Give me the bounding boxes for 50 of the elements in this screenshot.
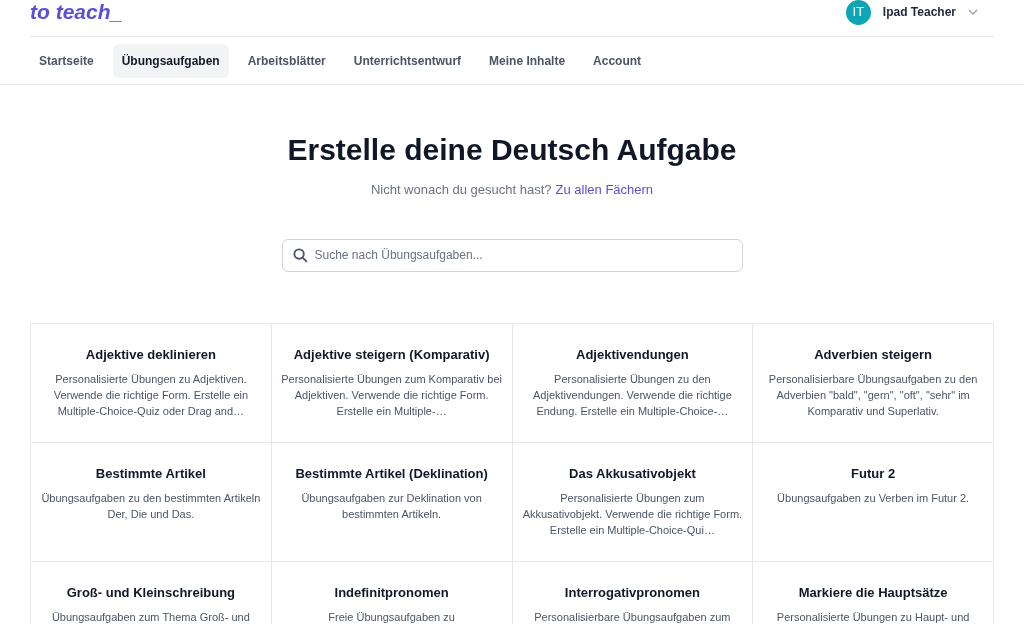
exercise-card[interactable]: Adverbien steigern Personalisierbare Übungsaufgaben zu den Adverbien "bald", "gern", "oft", "sehr" im Komparativ und Superlativ. xyxy=(753,323,994,443)
search-icon xyxy=(292,247,308,263)
nav-tab[interactable]: Meine Inhalte xyxy=(480,43,575,78)
card-title: Das Akkusativobjekt xyxy=(569,464,696,483)
user-name[interactable]: Ipad Teacher xyxy=(882,3,956,21)
exercise-card[interactable]: Bestimmte Artikel (Deklination) Übungsaufgaben zur Deklination von bestimmten Artikeln. xyxy=(271,442,513,562)
subtitle-text: Nicht wonach du gesucht hast? xyxy=(370,181,552,199)
card-description: Übungsaufgaben zum Thema Groß- und xyxy=(50,610,251,624)
card-title: Adjektive deklinieren xyxy=(85,345,216,364)
all-subjects-link[interactable]: Zu allen Fächern xyxy=(555,180,654,200)
exercise-card[interactable]: Indefinitpronomen Freie Übungsaufgaben zu xyxy=(271,561,513,624)
card-title: Bestimmte Artikel (Deklination) xyxy=(295,464,488,483)
card-title: Futur 2 xyxy=(851,464,896,483)
card-description: Übungsaufgaben zu Verben im Futur 2. xyxy=(776,491,971,506)
card-title: Adverbien steigern xyxy=(814,345,932,364)
card-title: Groß- und Kleinschreibung xyxy=(66,583,235,602)
exercise-card[interactable]: Interrogativpronomen Personalisierbare Übungsaufgaben zum xyxy=(512,561,754,624)
nav-tab[interactable]: Unterrichtsentwurf xyxy=(344,43,471,78)
card-title: Interrogativpronomen xyxy=(564,583,700,602)
card-description: Personalisierte Übungen zum Akkusativobjekt. Verwende die richtige Form. Erstelle ein Multiple-Choice-Qui… xyxy=(521,491,744,538)
card-description: Personalisierte Übungen zu den Adjektivendungen. Verwende die richtige Endung. Erstelle ein Multiple-Choice-… xyxy=(532,372,733,419)
card-title: Bestimmte Artikel xyxy=(95,464,206,483)
card-description: Freie Übungsaufgaben zu xyxy=(327,610,456,624)
logo[interactable]: to teach_ xyxy=(30,0,123,28)
nav-tab[interactable]: Arbeitsblätter xyxy=(238,43,335,78)
page-title: Erstelle deine Deutsch Aufgabe xyxy=(287,132,737,168)
card-title: Adjektivendungen xyxy=(576,345,689,364)
exercise-card[interactable]: Bestimmte Artikel Übungsaufgaben zu den bestimmten Artikeln Der, Die und Das. xyxy=(31,442,272,562)
card-description: Personalisierbare Übungsaufgaben zum xyxy=(533,610,732,624)
card-description: Personalisierte Übungen zu Adjektiven. Verwende die richtige Form. Erstelle ein Multiple-Choice-Quiz oder Drag and… xyxy=(52,372,250,419)
card-description: Personalisierte Übungen zum Komparativ bei Adjektiven. Verwende die richtige Form. Erstelle ein Multiple-… xyxy=(280,372,503,419)
exercise-card[interactable]: Das Akkusativobjekt Personalisierte Übungen zum Akkusativobjekt. Verwende die richtige Form. Erstelle ein Multiple-Choice-Qui… xyxy=(512,442,754,562)
exercise-card[interactable]: Futur 2 Übungsaufgaben zu Verben im Futur 2. xyxy=(753,442,994,562)
card-title: Adjektive steigern (Komparativ) xyxy=(293,345,490,364)
nav-tab[interactable]: Übungsaufgaben xyxy=(112,43,229,78)
exercise-card[interactable]: Adjektive steigern (Komparativ) Personalisierte Übungen zum Komparativ bei Adjektiven. Verwende die richtige Form. Erstelle ein Multiple-… xyxy=(271,323,513,443)
card-title: Markiere die Hauptsätze xyxy=(798,583,948,602)
exercise-card[interactable]: Groß- und Kleinschreibung Übungsaufgaben zum Thema Groß- und xyxy=(31,561,272,624)
chevron-down-icon[interactable] xyxy=(968,9,978,15)
card-description: Personalisierbare Übungsaufgaben zu den Adverbien "bald", "gern", "oft", "sehr" im Komparativ und Superlativ. xyxy=(767,372,979,419)
exercise-card[interactable]: Adjektivendungen Personalisierte Übungen zu den Adjektivendungen. Verwende die richtige Endung. Erstelle ein Multiple-Choice-… xyxy=(512,323,754,443)
card-description: Personalisierte Übungen zu Haupt- und xyxy=(775,610,971,624)
card-description: Übungsaufgaben zu den bestimmten Artikeln Der, Die und Das. xyxy=(40,491,262,522)
card-description: Übungsaufgaben zur Deklination von bestimmten Artikeln. xyxy=(300,491,483,522)
exercise-card[interactable]: Adjektive deklinieren Personalisierte Übungen zu Adjektiven. Verwende die richtige Form. Erstelle ein Multiple-Choice-Quiz oder Drag and… xyxy=(31,323,272,443)
nav-tab[interactable]: Startseite xyxy=(30,43,103,78)
search-field[interactable]: Suche nach Übungsaufgaben... xyxy=(281,238,743,272)
card-title: Indefinitpronomen xyxy=(334,583,449,602)
exercise-card[interactable]: Markiere die Hauptsätze Personalisierte Übungen zu Haupt- und xyxy=(753,561,994,624)
nav-tab[interactable]: Account xyxy=(584,43,651,78)
